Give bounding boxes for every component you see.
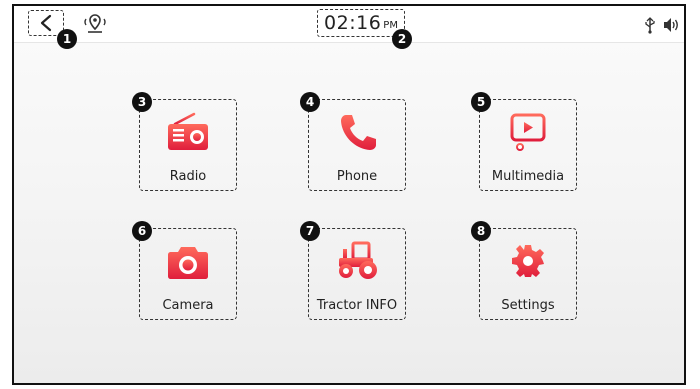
callout-badge: 8 xyxy=(471,221,491,241)
tile-settings[interactable]: Settings xyxy=(479,228,577,320)
usb-icon xyxy=(645,17,655,34)
callout-badge: 6 xyxy=(132,221,152,241)
tile-radio[interactable]: Radio xyxy=(139,99,237,191)
clock-ampm: PM xyxy=(383,20,398,31)
callout-badge: 4 xyxy=(300,92,320,112)
tractor-icon xyxy=(339,241,377,279)
status-bar: 02:16 PM xyxy=(14,6,684,43)
camera-icon xyxy=(168,247,208,279)
tile-label: Multimedia xyxy=(491,169,565,184)
callout-badge: 7 xyxy=(300,221,320,241)
tile-camera[interactable]: Camera xyxy=(139,228,237,320)
callout-badge: 1 xyxy=(57,29,77,49)
tile-phone[interactable]: Phone xyxy=(308,99,406,191)
tile-label: Radio xyxy=(169,169,207,184)
gps-signal-icon xyxy=(84,14,106,33)
callout-badge: 2 xyxy=(392,29,412,49)
callout-badge: 5 xyxy=(471,92,491,112)
tile-label: Phone xyxy=(336,169,378,184)
multimedia-icon xyxy=(510,113,546,151)
clock-time: 02:16 xyxy=(324,12,382,34)
clock: 02:16 PM xyxy=(317,9,405,37)
chevron-left-icon xyxy=(40,14,52,32)
phone-icon xyxy=(341,115,376,150)
tile-label: Camera xyxy=(162,298,214,313)
tile-tractor-info[interactable]: Tractor INFO xyxy=(308,228,406,320)
tile-multimedia[interactable]: Multimedia xyxy=(479,99,577,191)
tile-label: Settings xyxy=(501,298,555,313)
tile-label: Tractor INFO xyxy=(316,298,398,313)
volume-icon[interactable] xyxy=(662,16,680,34)
gear-icon xyxy=(512,245,544,277)
head-unit-screen: 02:16 PM Radio Phone Multimedia Camera T… xyxy=(12,4,686,385)
radio-icon xyxy=(168,112,208,150)
callout-badge: 3 xyxy=(132,92,152,112)
